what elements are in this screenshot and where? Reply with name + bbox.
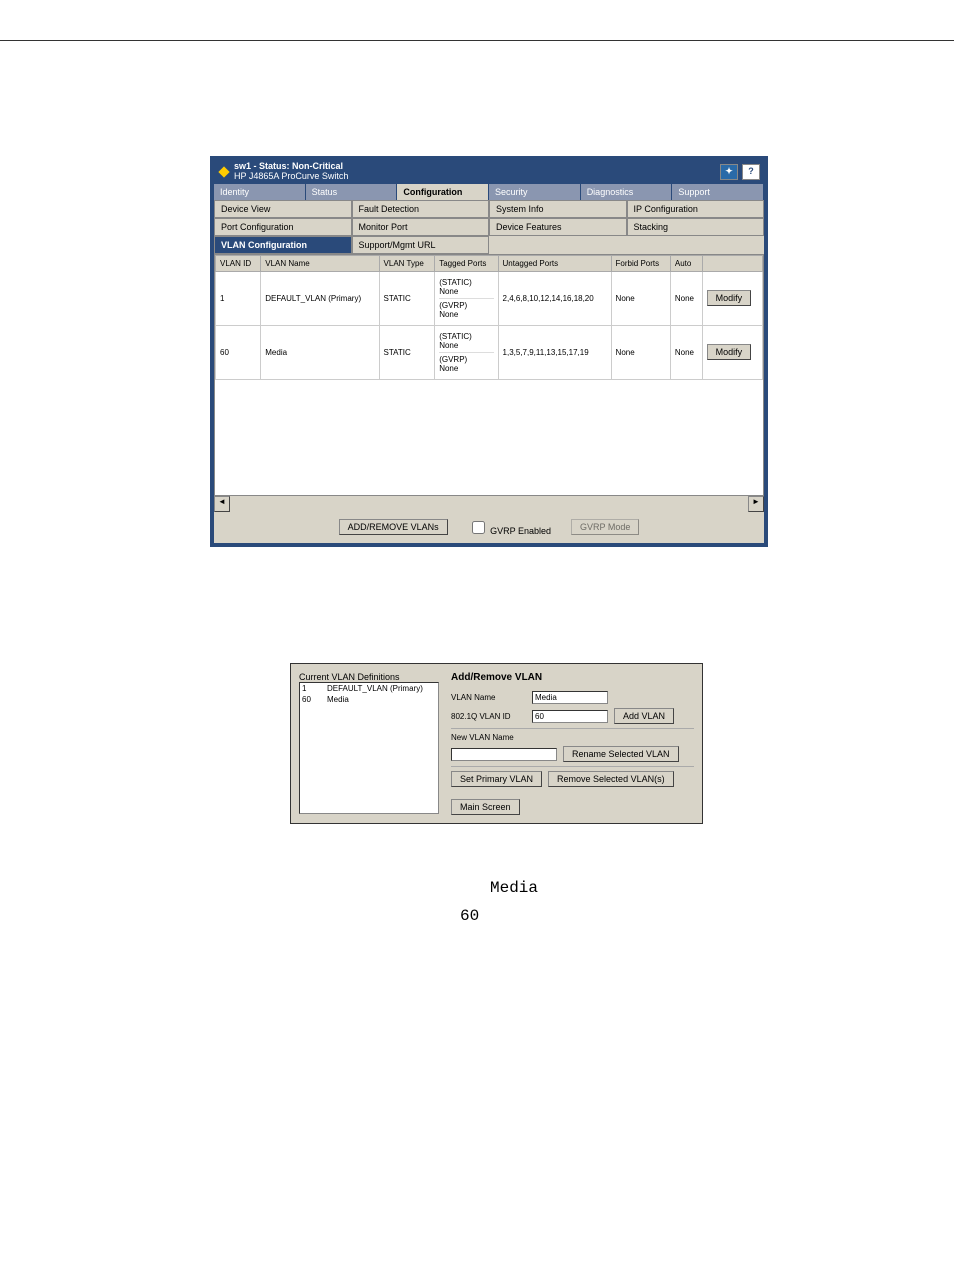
vlan-name-input[interactable] bbox=[532, 691, 608, 704]
new-vlan-name-label: New VLAN Name bbox=[451, 733, 526, 742]
new-vlan-name-input[interactable] bbox=[451, 748, 557, 761]
subtab-device-view[interactable]: Device View bbox=[214, 200, 352, 218]
tab-security[interactable]: Security bbox=[489, 184, 581, 200]
footer-bar: ADD/REMOVE VLANs GVRP Enabled GVRP Mode bbox=[214, 512, 764, 543]
gvrp-enabled-checkbox[interactable] bbox=[472, 521, 485, 534]
list-item: 60Media bbox=[300, 694, 438, 705]
page-number: 60 bbox=[460, 907, 479, 925]
table-row: 60MediaSTATIC(STATIC)None(GVRP)None1,3,5… bbox=[216, 325, 763, 379]
add-vlan-button[interactable]: Add VLAN bbox=[614, 708, 674, 724]
main-screen-button[interactable]: Main Screen bbox=[451, 799, 520, 815]
vlan-config-window: sw1 - Status: Non-Critical HP J4865A Pro… bbox=[210, 156, 768, 547]
subtab-port-configuration[interactable]: Port Configuration bbox=[214, 218, 352, 236]
set-primary-vlan-button[interactable]: Set Primary VLAN bbox=[451, 771, 542, 787]
modify-button[interactable]: Modify bbox=[707, 290, 752, 306]
th-vlan-name: VLAN Name bbox=[261, 255, 379, 271]
table-row: 1DEFAULT_VLAN (Primary)STATIC(STATIC)Non… bbox=[216, 271, 763, 325]
rename-vlan-button[interactable]: Rename Selected VLAN bbox=[563, 746, 679, 762]
subtab-support-mgmt-url[interactable]: Support/Mgmt URL bbox=[352, 236, 490, 254]
status-icon bbox=[218, 166, 229, 177]
subtab-stacking[interactable]: Stacking bbox=[627, 218, 765, 236]
subtab-vlan-configuration[interactable]: VLAN Configuration bbox=[214, 236, 352, 254]
subtab-monitor-port[interactable]: Monitor Port bbox=[352, 218, 490, 236]
scroll-left-icon[interactable]: ◄ bbox=[214, 496, 230, 512]
gvrp-mode-button: GVRP Mode bbox=[571, 519, 639, 535]
modify-button[interactable]: Modify bbox=[707, 344, 752, 360]
window-subtitle: HP J4865A ProCurve Switch bbox=[234, 171, 348, 181]
subtab-device-features[interactable]: Device Features bbox=[489, 218, 627, 236]
vlan-id-label: 802.1Q VLAN ID bbox=[451, 712, 526, 721]
caption-media: Media bbox=[490, 879, 538, 897]
titlebar: sw1 - Status: Non-Critical HP J4865A Pro… bbox=[214, 160, 764, 184]
th-tagged-ports: Tagged Ports bbox=[435, 255, 498, 271]
th-auto: Auto bbox=[670, 255, 702, 271]
add-remove-vlans-button[interactable]: ADD/REMOVE VLANs bbox=[339, 519, 448, 535]
th-vlan-id: VLAN ID bbox=[216, 255, 261, 271]
vlan-table: VLAN ID VLAN Name VLAN Type Tagged Ports… bbox=[215, 255, 763, 380]
subtab-system-info[interactable]: System Info bbox=[489, 200, 627, 218]
vlan-table-area: VLAN ID VLAN Name VLAN Type Tagged Ports… bbox=[214, 254, 764, 496]
subtab-ip-configuration[interactable]: IP Configuration bbox=[627, 200, 765, 218]
tab-support[interactable]: Support bbox=[672, 184, 764, 200]
hp-logo-icon: ✦ bbox=[720, 164, 738, 180]
scroll-right-icon[interactable]: ► bbox=[748, 496, 764, 512]
vlan-definitions-list[interactable]: 1DEFAULT_VLAN (Primary) 60Media bbox=[299, 682, 439, 814]
main-tabs: Identity Status Configuration Security D… bbox=[214, 184, 764, 200]
gvrp-enabled-label: GVRP Enabled bbox=[490, 526, 551, 536]
window-title: sw1 - Status: Non-Critical bbox=[234, 161, 343, 171]
subtab-fault-detection[interactable]: Fault Detection bbox=[352, 200, 490, 218]
tab-configuration[interactable]: Configuration bbox=[397, 184, 489, 200]
th-forbid-ports: Forbid Ports bbox=[611, 255, 670, 271]
add-remove-vlan-dialog: Current VLAN Definitions 1DEFAULT_VLAN (… bbox=[290, 663, 703, 824]
tab-status[interactable]: Status bbox=[306, 184, 398, 200]
tab-identity[interactable]: Identity bbox=[214, 184, 306, 200]
tab-diagnostics[interactable]: Diagnostics bbox=[581, 184, 673, 200]
vlan-id-input[interactable] bbox=[532, 710, 608, 723]
th-vlan-type: VLAN Type bbox=[379, 255, 435, 271]
remove-vlan-button[interactable]: Remove Selected VLAN(s) bbox=[548, 771, 674, 787]
help-icon[interactable]: ? bbox=[742, 164, 760, 180]
current-vlan-heading: Current VLAN Definitions bbox=[299, 672, 439, 682]
list-item: 1DEFAULT_VLAN (Primary) bbox=[300, 683, 438, 694]
dialog-heading: Add/Remove VLAN bbox=[451, 672, 694, 683]
th-untagged-ports: Untagged Ports bbox=[498, 255, 611, 271]
vlan-name-label: VLAN Name bbox=[451, 693, 526, 702]
